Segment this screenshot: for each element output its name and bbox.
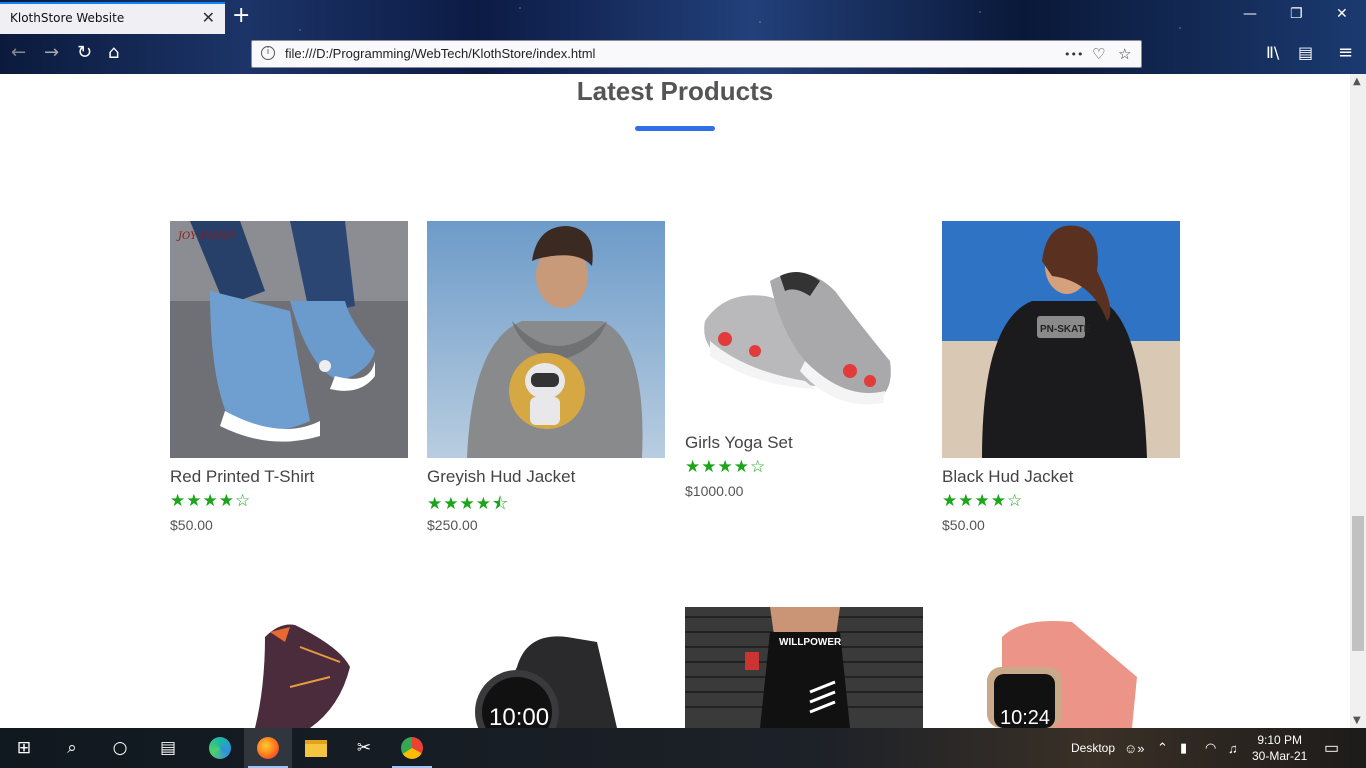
desktop-toolbar-label[interactable]: Desktop — [1071, 728, 1115, 768]
product-name[interactable]: Red Printed T-Shirt — [170, 467, 314, 487]
brand-logo-text: JOY VISIST — [176, 231, 237, 242]
product-price: $1000.00 — [685, 483, 744, 499]
firefox-icon[interactable] — [244, 728, 292, 768]
menu-icon[interactable]: ≡ — [1338, 42, 1353, 63]
rating-stars: ★★★★☆ — [685, 457, 767, 477]
product-image-pink-watch[interactable]: 10:24 — [942, 607, 1180, 728]
wifi-icon[interactable]: ◠ — [1205, 728, 1216, 768]
browser-chrome: KlothStore Website ✕ + — ❐ ✕ ← → ↻ ⌂ i f… — [0, 0, 1366, 74]
clock[interactable]: 9:10 PM 30-Mar-21 — [1252, 728, 1307, 768]
clock-time: 9:10 PM — [1257, 733, 1303, 747]
restore-icon[interactable]: ❐ — [1290, 6, 1303, 22]
start-windows-icon[interactable]: ⊞ — [0, 728, 48, 768]
task-view-icon[interactable]: ▤ — [144, 728, 192, 768]
product-image-grey-hoodie[interactable] — [427, 221, 665, 458]
forward-icon[interactable]: → — [44, 42, 59, 63]
leggings-print-text: WILLPOWER — [779, 637, 842, 648]
product-image-black-hoodie[interactable]: PN-SKATE — [942, 221, 1180, 458]
cortana-icon[interactable]: ○ — [96, 728, 144, 768]
snipping-tool-icon[interactable]: ✂ — [340, 728, 388, 768]
web-page: Latest Products JOY VISIST Red Printed T… — [0, 74, 1350, 728]
product-price: $250.00 — [427, 517, 478, 533]
section-title: Latest Products — [576, 76, 774, 106]
title-underline — [635, 126, 715, 131]
back-icon[interactable]: ← — [11, 42, 26, 63]
windows-taskbar: ⊞ ⌕ ○ ▤ ✂ Desktop ☺» ⌃ ▮ ◠ ♫ 9:10 PM 30-… — [0, 728, 1366, 768]
volume-icon[interactable]: ♫ — [1228, 728, 1238, 768]
product-image-leggings[interactable]: WILLPOWER — [685, 607, 923, 728]
notifications-icon[interactable]: ▭ — [1324, 728, 1339, 768]
library-icon[interactable]: Ⅱ\ — [1266, 43, 1279, 62]
new-tab-button[interactable]: + — [232, 3, 250, 28]
tab-title: KlothStore Website — [10, 11, 125, 25]
search-icon[interactable]: ⌕ — [48, 728, 96, 768]
product-price: $50.00 — [942, 517, 985, 533]
product-image-sock[interactable] — [170, 607, 408, 728]
watch-time-text: 10:24 — [1000, 707, 1050, 728]
pocket-icon[interactable]: ♡ — [1092, 45, 1105, 63]
chrome-icon[interactable] — [388, 728, 436, 768]
battery-icon[interactable]: ▮ — [1180, 728, 1187, 768]
url-text: file:///D:/Programming/WebTech/KlothStor… — [285, 46, 596, 61]
file-explorer-icon[interactable] — [292, 728, 340, 768]
bookmark-star-icon[interactable]: ☆ — [1118, 45, 1131, 63]
page-scrollbar[interactable]: ▲ ▼ — [1350, 74, 1366, 728]
product-image-slip-on-shoes[interactable] — [685, 221, 923, 426]
info-icon[interactable]: i — [261, 46, 275, 60]
product-image-sneakers[interactable]: JOY VISIST — [170, 221, 408, 458]
product-image-black-watch[interactable]: 10:00 — [427, 607, 665, 728]
browser-tab[interactable]: KlothStore Website ✕ — [0, 2, 225, 34]
close-tab-icon[interactable]: ✕ — [202, 8, 215, 27]
scroll-down-icon[interactable]: ▼ — [1353, 715, 1361, 726]
close-window-icon[interactable]: ✕ — [1336, 6, 1348, 22]
rating-stars: ★★★★⯪ — [427, 494, 510, 514]
scrollbar-thumb[interactable] — [1352, 516, 1364, 651]
user-tray-icon[interactable]: ☺» — [1124, 728, 1145, 768]
clock-date: 30-Mar-21 — [1252, 749, 1308, 763]
rating-stars: ★★★★☆ — [942, 491, 1024, 511]
home-icon[interactable]: ⌂ — [108, 42, 119, 63]
show-hidden-icons-icon[interactable]: ⌃ — [1157, 728, 1168, 768]
sidebar-icon[interactable]: ▤ — [1298, 43, 1313, 62]
reload-icon[interactable]: ↻ — [77, 42, 92, 63]
hoodie-print-text: PN-SKATE — [1040, 324, 1091, 335]
product-price: $50.00 — [170, 517, 213, 533]
product-name[interactable]: Black Hud Jacket — [942, 467, 1073, 487]
rating-stars: ★★★★☆ — [170, 491, 252, 511]
product-name[interactable]: Girls Yoga Set — [685, 433, 793, 453]
watch-time-text: 10:00 — [489, 704, 549, 728]
edge-icon[interactable] — [196, 728, 244, 768]
address-bar[interactable]: i file:///D:/Programming/WebTech/KlothSt… — [251, 40, 1142, 68]
page-actions-icon[interactable]: ••• — [1064, 48, 1083, 61]
scroll-up-icon[interactable]: ▲ — [1353, 76, 1361, 87]
product-name[interactable]: Greyish Hud Jacket — [427, 467, 575, 487]
minimize-icon[interactable]: — — [1243, 6, 1257, 22]
